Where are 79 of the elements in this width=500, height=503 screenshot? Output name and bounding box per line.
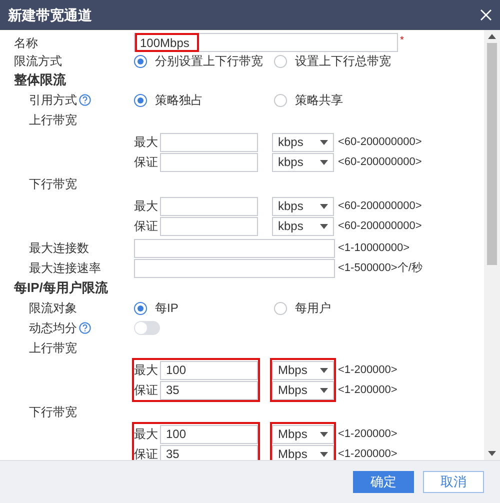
unit-select[interactable]: kbps <box>272 196 334 216</box>
radio-option[interactable]: 每IP <box>134 299 274 317</box>
unit-select[interactable]: Mbps <box>272 424 334 444</box>
radio-icon <box>134 94 147 106</box>
radio-option[interactable]: 策略独占 <box>134 91 274 109</box>
caret-down-icon <box>320 452 328 456</box>
field-label: 保证 <box>134 154 158 171</box>
field-label: 最大 <box>134 198 158 215</box>
range-hint: <1-200000> <box>338 362 398 378</box>
range-hint: <60-200000000> <box>338 134 422 150</box>
required-mark: * <box>400 34 404 48</box>
close-icon[interactable] <box>480 9 492 21</box>
unit-select[interactable]: Mbps <box>272 360 334 380</box>
scrollbar[interactable] <box>484 30 500 460</box>
field-label: 最大 <box>134 362 158 379</box>
range-hint: <1-200000> <box>338 426 398 442</box>
unit-select[interactable]: Mbps <box>272 380 334 400</box>
input-field[interactable]: 100 <box>160 360 258 380</box>
input-field[interactable] <box>134 238 335 258</box>
field-label: 保证 <box>134 446 158 463</box>
caret-down-icon <box>320 432 328 436</box>
field-label: 动态均分 <box>29 320 77 337</box>
scroll-down-icon[interactable] <box>488 451 496 456</box>
caret-down-icon <box>320 388 328 392</box>
radio-option[interactable]: 每用户 <box>274 299 331 317</box>
field-label: 名称 <box>14 34 38 52</box>
unit-select[interactable]: kbps <box>272 152 334 172</box>
field-label: 上行带宽 <box>29 112 77 129</box>
field-label: 限流对象 <box>29 300 77 317</box>
radio-icon <box>134 54 147 68</box>
toggle-switch[interactable] <box>134 321 160 335</box>
field-label: 保证 <box>134 218 158 235</box>
range-hint: <60-200000000> <box>338 154 422 170</box>
help-icon[interactable] <box>79 322 91 334</box>
input-field[interactable] <box>160 196 258 216</box>
range-hint: <1-200000> <box>338 382 398 398</box>
field-label: 引用方式 <box>29 92 77 109</box>
caret-down-icon <box>320 160 328 164</box>
range-hint: <1-500000>个/秒 <box>338 260 422 276</box>
field-label: 下行带宽 <box>29 176 77 193</box>
range-hint: <60-200000000> <box>338 198 422 214</box>
radio-icon <box>274 94 287 106</box>
help-icon[interactable] <box>79 94 91 106</box>
section-heading: 每IP/每用户限流 <box>14 279 108 298</box>
cancel-button[interactable]: 取消 <box>423 471 484 493</box>
radio-option[interactable]: 策略共享 <box>274 91 343 109</box>
range-hint: <60-200000000> <box>338 218 422 234</box>
input-field[interactable] <box>160 132 258 152</box>
field-label: 限流方式 <box>14 53 62 70</box>
input-field[interactable]: 100Mbps <box>134 33 398 52</box>
field-label: 最大连接速率 <box>29 260 101 277</box>
scroll-up-icon[interactable] <box>488 34 496 39</box>
caret-down-icon <box>320 224 328 228</box>
field-label: 最大 <box>134 426 158 443</box>
section-heading: 整体限流 <box>14 71 66 90</box>
radio-icon <box>274 302 287 314</box>
caret-down-icon <box>320 140 328 144</box>
range-hint: <1-10000000> <box>338 240 410 256</box>
radio-option[interactable]: 分别设置上下行带宽 <box>134 52 274 70</box>
input-field[interactable] <box>160 152 258 172</box>
radio-icon <box>134 302 147 314</box>
input-field[interactable] <box>134 258 335 278</box>
confirm-button[interactable]: 确定 <box>353 471 414 493</box>
field-label: 最大 <box>134 134 158 151</box>
window-title: 新建带宽通道 <box>8 6 92 24</box>
range-hint: <1-200000> <box>338 446 398 462</box>
field-label: 上行带宽 <box>29 340 77 357</box>
field-label: 保证 <box>134 382 158 399</box>
unit-select[interactable]: kbps <box>272 132 334 152</box>
caret-down-icon <box>320 204 328 208</box>
input-field[interactable]: 100 <box>160 424 258 444</box>
input-field[interactable] <box>160 216 258 236</box>
field-label: 下行带宽 <box>29 404 77 421</box>
radio-icon <box>274 54 287 68</box>
caret-down-icon <box>320 368 328 372</box>
input-field[interactable]: 35 <box>160 380 258 400</box>
unit-select[interactable]: kbps <box>272 216 334 236</box>
radio-option[interactable]: 设置上下行总带宽 <box>274 52 391 70</box>
field-label: 最大连接数 <box>29 240 89 257</box>
